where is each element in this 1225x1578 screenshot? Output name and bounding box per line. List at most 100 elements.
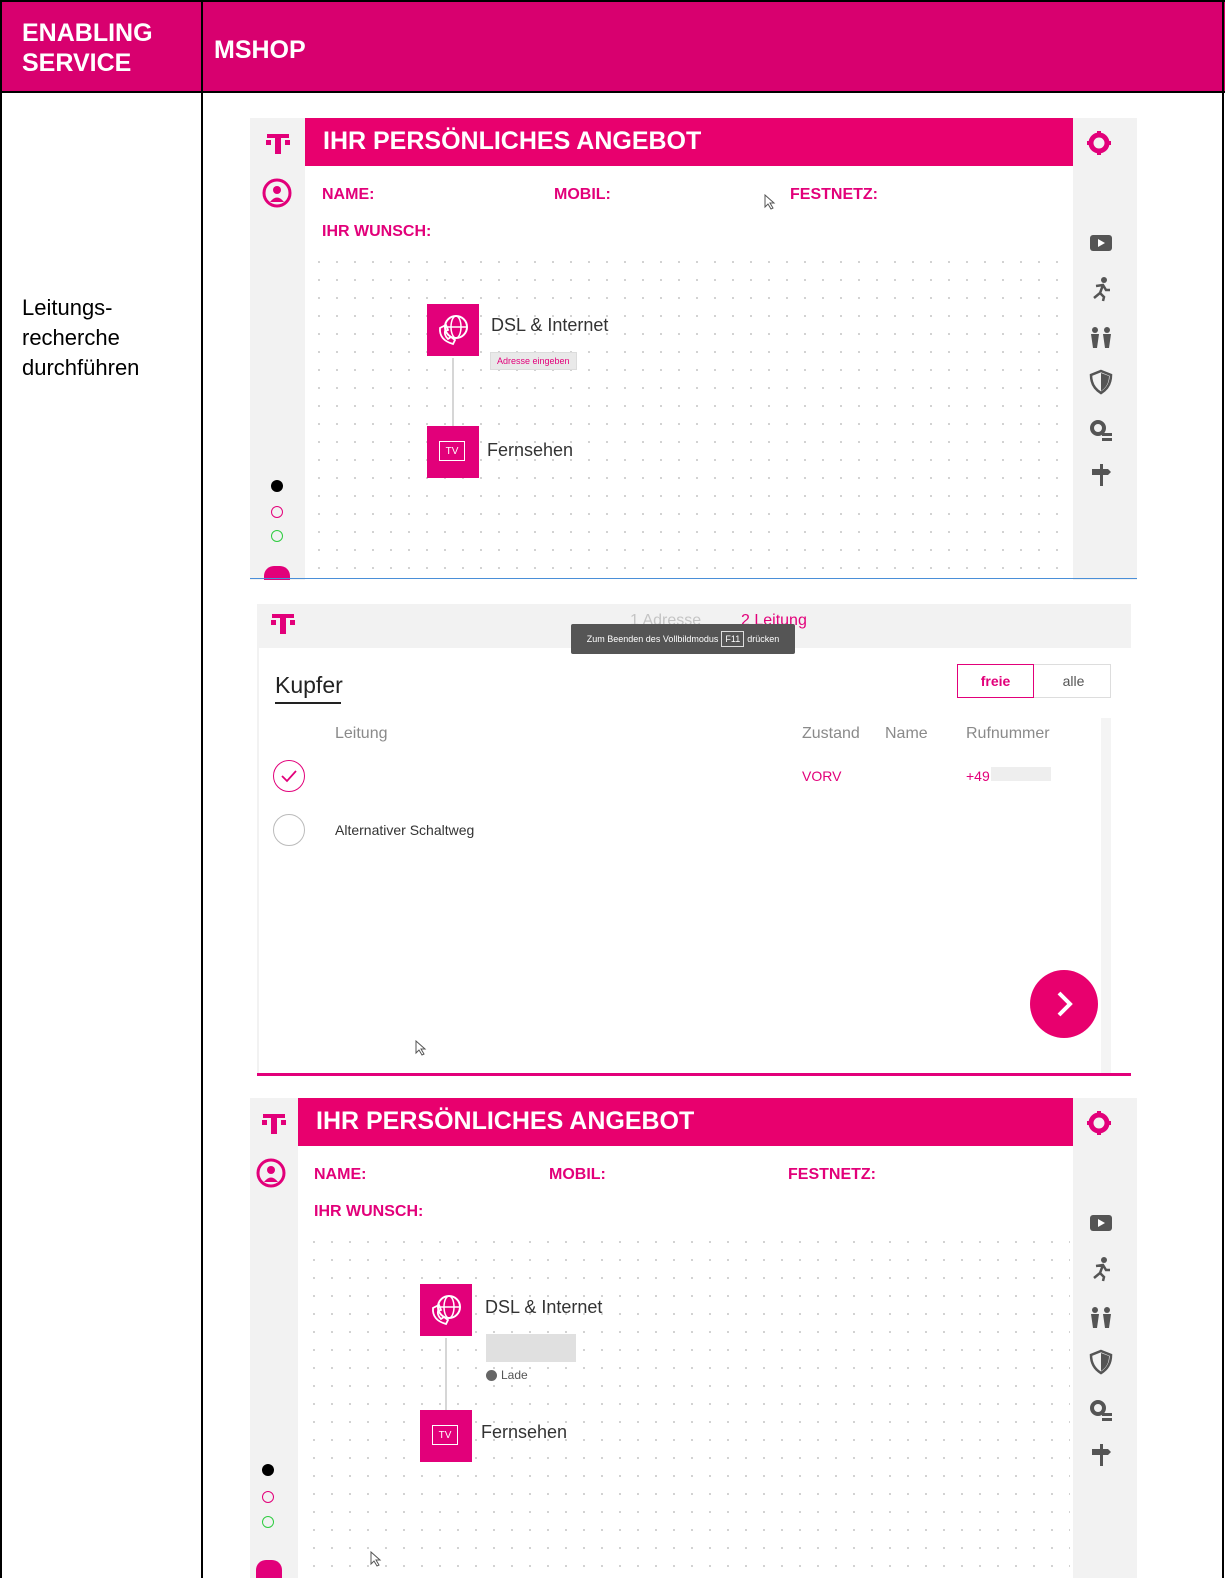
scrollbar-track[interactable] [1101,718,1111,1076]
redacted-number [991,767,1051,781]
phone-globe-icon [439,315,468,346]
telekom-logo-icon[interactable] [260,1110,288,1138]
wunsch-label: IHR WUNSCH: [322,223,432,240]
table-border-right [1222,0,1224,1578]
toast-text-after: drücken [747,634,780,644]
wunsch-label: IHR WUNSCH: [314,1203,424,1220]
column-header-rufnummer: Rufnummer [966,725,1050,742]
cart-icon[interactable] [256,1560,282,1578]
right-sidebar [1073,1098,1137,1578]
telekom-logo-icon[interactable] [269,610,297,638]
plugin-gear-icon[interactable] [1088,1396,1114,1422]
offer-screenshot-1: IHR PERSÖNLICHES ANGEBOT NAME: MOBIL: FE… [250,118,1137,580]
family-icon[interactable] [1088,1304,1114,1330]
offer-title: IHR PERSÖNLICHES ANGEBOT [323,127,702,155]
redacted-address [486,1334,576,1362]
address-button[interactable]: Adresse eingeben [490,352,577,370]
status-dot-black [271,480,283,492]
festnetz-label: FESTNETZ: [790,186,878,203]
row-leitung: Alternativer Schaltweg [335,822,475,838]
section-title: Kupfer [275,672,343,698]
offer-title-bar: IHR PERSÖNLICHES ANGEBOT [305,118,1073,166]
family-icon[interactable] [1088,324,1114,350]
toast-key: F11 [721,631,745,647]
name-label: NAME: [322,186,375,203]
column-header-zustand: Zustand [802,725,860,742]
tile-connector [445,1338,447,1410]
wish-canvas [310,253,1070,580]
table-row[interactable]: Alternativer Schaltweg [273,812,1093,848]
running-person-icon[interactable] [1088,1256,1114,1282]
column-header-leitung: Leitung [335,725,388,742]
offer-title: IHR PERSÖNLICHES ANGEBOT [316,1107,695,1135]
panel-2-bottom-border [257,1073,1131,1076]
gear-icon[interactable] [1086,1110,1112,1136]
loading-spinner-icon [486,1370,497,1382]
dsl-tile[interactable] [420,1284,472,1336]
table-row[interactable]: VORV +49 [273,758,1093,794]
filter-toggle: freie alle [957,664,1111,698]
cursor-icon [370,1551,382,1567]
chevron-right-icon [1057,991,1073,1017]
tile-connector [452,358,454,430]
cursor-icon [415,1040,427,1056]
row-radio[interactable] [273,814,305,846]
row-selected-check[interactable] [273,760,305,792]
status-dot-green [271,530,283,542]
status-dot-pink [271,506,283,518]
play-icon[interactable] [1088,230,1114,256]
table-border-middle [201,0,203,1578]
play-icon[interactable] [1088,1210,1114,1236]
status-dot-black [262,1464,274,1476]
tv-icon: TV [439,441,465,461]
row-label-line-1: Leitungs- [22,295,113,320]
plugin-gear-icon[interactable] [1088,416,1114,442]
mobil-label: MOBIL: [554,186,611,203]
tv-icon: TV [432,1425,458,1445]
gear-icon[interactable] [1086,130,1112,156]
user-icon[interactable] [262,178,292,208]
tv-tile[interactable]: TV [427,426,479,478]
loading-indicator: Lade [486,1368,528,1382]
tv-label-panel-3: Fernsehen [481,1422,568,1442]
fullscreen-toast: Zum Beenden des Vollbildmodus F11 drücken [571,624,795,654]
signpost-icon[interactable] [1088,462,1114,488]
row-rufnummer: +49 [966,768,990,784]
filter-free-button[interactable]: freie [957,664,1034,698]
header-cell-mshop: MSHOP [202,0,1225,92]
line-selection-screenshot: 1 Adresse 2 Leitung Zum Beenden des Voll… [257,604,1131,1076]
row-label-line-2: recherche [22,325,120,350]
dsl-label: DSL & Internet [485,1297,603,1317]
offer-title-bar: IHR PERSÖNLICHES ANGEBOT [298,1098,1073,1146]
panel-1-bottom-border [250,578,1137,579]
filter-all-button[interactable]: alle [1035,665,1112,697]
telekom-logo-icon[interactable] [264,130,292,158]
tv-tile-panel-3[interactable]: TV [420,1410,472,1462]
row-zustand: VORV [802,768,842,784]
status-dot-pink [262,1491,274,1503]
running-person-icon[interactable] [1088,276,1114,302]
status-dot-green [262,1516,274,1528]
header-left-line-1: ENABLING [22,19,153,47]
offer-screenshot-2: IHR PERSÖNLICHES ANGEBOT NAME: MOBIL: FE… [250,1098,1137,1578]
row-label: Leitungs- recherche durchführen [22,293,139,383]
toast-text-before: Zum Beenden des Vollbildmodus [586,634,719,644]
user-icon[interactable] [256,1158,286,1188]
phone-globe-icon [432,1295,461,1326]
shield-icon[interactable] [1088,1349,1114,1375]
dsl-tile[interactable] [427,304,479,356]
next-button[interactable] [1030,970,1098,1038]
document-table: ENABLING SERVICE MSHOP Leitungs- recherc… [0,0,1225,1578]
cursor-icon [764,194,776,210]
table-border-top [0,0,1225,2]
festnetz-label: FESTNETZ: [788,1166,876,1183]
column-header-name: Name [885,725,928,742]
tv-label: Fernsehen [487,440,574,460]
header-right-text: MSHOP [214,36,306,64]
dsl-label: DSL & Internet [491,315,609,335]
signpost-icon[interactable] [1088,1442,1114,1468]
header-left-line-2: SERVICE [22,49,132,77]
loading-text: Lade [501,1368,528,1382]
shield-icon[interactable] [1088,369,1114,395]
panel-2-left-strip [257,648,259,1076]
